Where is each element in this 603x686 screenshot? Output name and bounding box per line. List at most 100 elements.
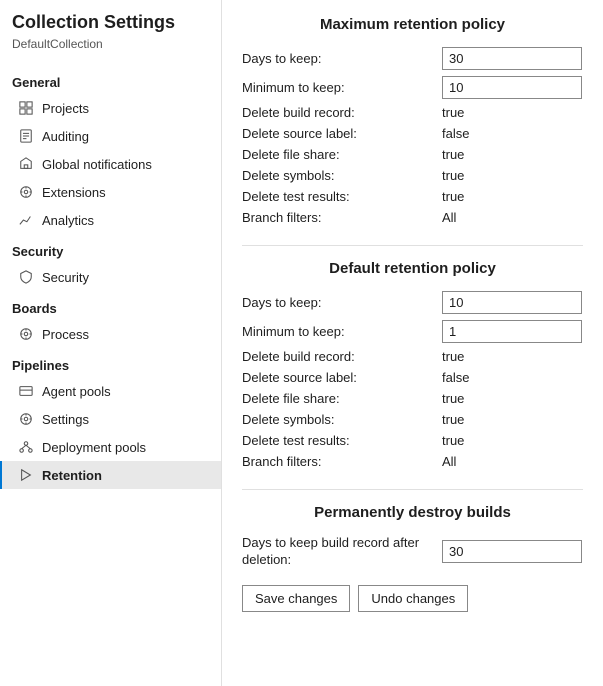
max-delete-symbols-value: true (442, 168, 464, 183)
def-minimum-to-keep-row: Minimum to keep: (242, 320, 583, 343)
max-delete-source-label-label: Delete source label: (242, 126, 442, 141)
agent-pools-icon (18, 383, 34, 399)
max-delete-build-record-row: Delete build record: true (242, 105, 583, 120)
def-delete-source-label-value: false (442, 370, 469, 385)
max-branch-filters-row: Branch filters: All (242, 210, 583, 225)
sidebar-item-projects[interactable]: Projects (0, 94, 221, 122)
undo-changes-button[interactable]: Undo changes (358, 585, 468, 612)
security-icon (18, 269, 34, 285)
def-delete-symbols-label: Delete symbols: (242, 412, 442, 427)
max-days-to-keep-label: Days to keep: (242, 51, 442, 66)
max-minimum-to-keep-row: Minimum to keep: (242, 76, 583, 99)
maximum-retention-title: Maximum retention policy (242, 16, 583, 33)
destroy-days-keep-row: Days to keep build record after deletion… (242, 535, 583, 569)
auditing-icon (18, 128, 34, 144)
notifications-icon (18, 156, 34, 172)
destroy-days-keep-label: Days to keep build record after deletion… (242, 535, 442, 569)
destroy-days-keep-input[interactable] (442, 540, 582, 563)
section-boards: Boards (0, 291, 221, 320)
section-general: General (0, 65, 221, 94)
sidebar-item-analytics[interactable]: Analytics (0, 206, 221, 234)
sidebar-item-auditing[interactable]: Auditing (0, 122, 221, 150)
main-content: Maximum retention policy Days to keep: M… (222, 0, 603, 686)
max-days-to-keep-row: Days to keep: (242, 47, 583, 70)
extensions-icon (18, 184, 34, 200)
deployment-pools-label: Deployment pools (42, 440, 146, 455)
max-minimum-to-keep-input[interactable] (442, 76, 582, 99)
extensions-label: Extensions (42, 185, 106, 200)
def-delete-build-record-row: Delete build record: true (242, 349, 583, 364)
security-label: Security (42, 270, 89, 285)
sidebar-item-settings[interactable]: Settings (0, 405, 221, 433)
sidebar-item-global-notifications[interactable]: Global notifications (0, 150, 221, 178)
action-buttons: Save changes Undo changes (242, 585, 583, 612)
save-changes-button[interactable]: Save changes (242, 585, 350, 612)
agent-pools-label: Agent pools (42, 384, 111, 399)
max-branch-filters-label: Branch filters: (242, 210, 442, 225)
projects-label: Projects (42, 101, 89, 116)
max-delete-symbols-row: Delete symbols: true (242, 168, 583, 183)
retention-icon (18, 467, 34, 483)
max-delete-test-results-label: Delete test results: (242, 189, 442, 204)
def-branch-filters-row: Branch filters: All (242, 454, 583, 469)
def-delete-file-share-label: Delete file share: (242, 391, 442, 406)
sidebar-item-process[interactable]: Process (0, 320, 221, 348)
sidebar-item-deployment-pools[interactable]: Deployment pools (0, 433, 221, 461)
retention-label: Retention (42, 468, 102, 483)
def-minimum-to-keep-label: Minimum to keep: (242, 324, 442, 339)
projects-icon (18, 100, 34, 116)
settings-label: Settings (42, 412, 89, 427)
analytics-label: Analytics (42, 213, 94, 228)
max-days-to-keep-input[interactable] (442, 47, 582, 70)
sidebar-item-security[interactable]: Security (0, 263, 221, 291)
analytics-icon (18, 212, 34, 228)
sidebar-item-agent-pools[interactable]: Agent pools (0, 377, 221, 405)
max-delete-file-share-value: true (442, 147, 464, 162)
max-delete-source-label-value: false (442, 126, 469, 141)
def-branch-filters-label: Branch filters: (242, 454, 442, 469)
section-pipelines: Pipelines (0, 348, 221, 377)
destroy-builds-title: Permanently destroy builds (242, 504, 583, 521)
def-delete-test-results-label: Delete test results: (242, 433, 442, 448)
max-delete-build-record-value: true (442, 105, 464, 120)
sidebar-item-retention[interactable]: Retention (0, 461, 221, 489)
settings-icon (18, 411, 34, 427)
collection-name: DefaultCollection (0, 37, 221, 65)
def-minimum-to-keep-input[interactable] (442, 320, 582, 343)
def-delete-test-results-value: true (442, 433, 464, 448)
def-delete-symbols-row: Delete symbols: true (242, 412, 583, 427)
default-retention-title: Default retention policy (242, 260, 583, 277)
max-delete-file-share-label: Delete file share: (242, 147, 442, 162)
def-delete-file-share-value: true (442, 391, 464, 406)
def-delete-symbols-value: true (442, 412, 464, 427)
deployment-pools-icon (18, 439, 34, 455)
maximum-retention-block: Maximum retention policy Days to keep: M… (242, 16, 583, 225)
def-delete-build-record-label: Delete build record: (242, 349, 442, 364)
def-days-to-keep-label: Days to keep: (242, 295, 442, 310)
destroy-builds-block: Permanently destroy builds Days to keep … (242, 504, 583, 612)
def-delete-build-record-value: true (442, 349, 464, 364)
max-delete-test-results-row: Delete test results: true (242, 189, 583, 204)
def-delete-source-label-label: Delete source label: (242, 370, 442, 385)
process-icon (18, 326, 34, 342)
def-delete-test-results-row: Delete test results: true (242, 433, 583, 448)
max-delete-symbols-label: Delete symbols: (242, 168, 442, 183)
max-delete-source-label-row: Delete source label: false (242, 126, 583, 141)
max-branch-filters-value: All (442, 210, 456, 225)
def-delete-source-label-row: Delete source label: false (242, 370, 583, 385)
default-retention-block: Default retention policy Days to keep: M… (242, 260, 583, 469)
sidebar: Collection Settings DefaultCollection Ge… (0, 0, 222, 686)
def-days-to-keep-row: Days to keep: (242, 291, 583, 314)
max-delete-build-record-label: Delete build record: (242, 105, 442, 120)
max-delete-test-results-value: true (442, 189, 464, 204)
global-notifications-label: Global notifications (42, 157, 152, 172)
section-security: Security (0, 234, 221, 263)
max-delete-file-share-row: Delete file share: true (242, 147, 583, 162)
sidebar-item-extensions[interactable]: Extensions (0, 178, 221, 206)
page-title: Collection Settings (0, 12, 221, 37)
process-label: Process (42, 327, 89, 342)
def-branch-filters-value: All (442, 454, 456, 469)
max-minimum-to-keep-label: Minimum to keep: (242, 80, 442, 95)
auditing-label: Auditing (42, 129, 89, 144)
def-days-to-keep-input[interactable] (442, 291, 582, 314)
